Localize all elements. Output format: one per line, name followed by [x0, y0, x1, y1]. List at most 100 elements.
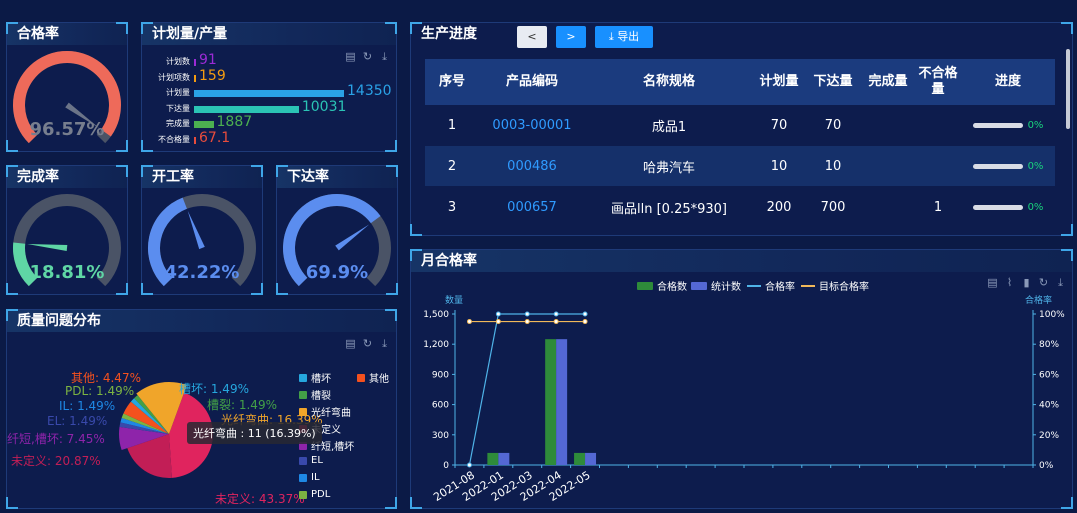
- qualified-rate-panel: 合格率 96.57%: [6, 22, 128, 152]
- point-合格率[interactable]: [495, 311, 501, 317]
- point-合格率[interactable]: [553, 311, 559, 317]
- export-label: 导出: [617, 30, 640, 43]
- point-合格率[interactable]: [582, 311, 588, 317]
- plan-row-bar: [194, 136, 196, 144]
- column-header[interactable]: 名称规格: [585, 74, 753, 90]
- table-cell: 3: [447, 199, 457, 215]
- column-header[interactable]: 不合格量: [915, 66, 961, 98]
- product-code-link[interactable]: 000486: [479, 159, 585, 174]
- gauge-needle: [187, 210, 205, 250]
- pie-slice-label: 未定义: 43.37%: [215, 492, 305, 506]
- line-合格率: [468, 313, 586, 466]
- progress-cell: 0%: [961, 118, 1055, 133]
- bar-统计数[interactable]: [556, 339, 568, 465]
- legend-item[interactable]: PDL: [299, 489, 330, 500]
- column-header[interactable]: 进度: [961, 74, 1055, 90]
- point-目标合格率[interactable]: [495, 319, 501, 325]
- point-合格率[interactable]: [466, 462, 472, 468]
- point-目标合格率[interactable]: [553, 319, 559, 325]
- plan-row-value: 91: [199, 52, 217, 68]
- legend-item[interactable]: EL: [299, 455, 323, 466]
- monthly-rate-title: 月合格率: [411, 250, 1072, 272]
- legend-swatch: [299, 473, 307, 482]
- progress-cell: 0%: [961, 159, 1055, 174]
- bar-合格数[interactable]: [487, 452, 499, 465]
- next-page-button[interactable]: >: [556, 26, 586, 48]
- column-header[interactable]: 序号: [425, 74, 479, 90]
- download-icon[interactable]: ⤓: [379, 338, 390, 349]
- export-button[interactable]: ⤓ 导出: [595, 26, 653, 48]
- table-cell: 画品lln [0.25*930]: [611, 201, 727, 217]
- plan-row-bar: [194, 90, 344, 97]
- prev-page-button[interactable]: <: [517, 26, 547, 48]
- legend-item[interactable]: 光纤弯曲: [299, 404, 351, 419]
- y2-tick-label: 40%: [1039, 401, 1059, 411]
- column-header[interactable]: 下达量: [805, 74, 861, 90]
- pie-slice-label: 纤短,槽坏: 7.45%: [7, 432, 105, 446]
- column-header[interactable]: 产品编码: [479, 74, 585, 90]
- quality-distribution-panel: 质量问题分布 ▤ ↻ ⤓ 未定义: 43.37% 未定义: 20.87% 纤短,槽坏…: [6, 309, 397, 509]
- plan-row-label: 计划项数: [158, 72, 190, 82]
- table-row[interactable]: 3 000657 画品lln [0.25*930] 200 700 1 0%: [425, 187, 1055, 227]
- pie-slice-label: IL: 1.49%: [59, 399, 116, 413]
- refresh-icon[interactable]: ↻: [362, 338, 373, 349]
- table-cell: 成品1: [651, 119, 687, 135]
- plan-row: 完成量 1887: [142, 114, 398, 131]
- plan-row: 计划量 14350: [142, 83, 398, 100]
- issue-rate-title: 下达率: [277, 166, 397, 188]
- point-目标合格率[interactable]: [466, 319, 472, 325]
- plan-row-bar: [194, 59, 196, 66]
- table-cell: 70: [824, 117, 842, 133]
- bar-统计数[interactable]: [585, 452, 597, 465]
- table-header: 序号 产品编码 名称规格 计划量 下达量 完成量 不合格量 进度: [425, 59, 1055, 105]
- progress-bar: [972, 204, 1023, 210]
- gauge-needle: [27, 243, 68, 251]
- plan-row-bar: [194, 105, 299, 113]
- y-tick-label: 0: [443, 461, 449, 471]
- plan-row-value: 1887: [216, 114, 253, 130]
- legend-label: 光纤弯曲: [311, 408, 351, 419]
- product-code-link[interactable]: 0003-00001: [479, 118, 585, 133]
- bar-合格数[interactable]: [574, 452, 586, 465]
- legend-item[interactable]: 槽裂: [299, 387, 331, 402]
- completion-rate-panel: 完成率 18.81%: [6, 165, 128, 295]
- y2-tick-label: 60%: [1039, 370, 1059, 380]
- plan-row-label: 完成量: [166, 119, 190, 128]
- plan-output-panel: 计划量/产量 ▤ ↻ ⤓ 计划数 91 计划项数 159 计划量 14350 下达量 1003…: [141, 22, 397, 152]
- legend-item[interactable]: 其他: [357, 370, 389, 385]
- bar-统计数[interactable]: [498, 452, 510, 465]
- product-code-link[interactable]: 000657: [479, 200, 585, 215]
- plan-row-value: 67.1: [199, 129, 231, 146]
- table-cell: 700: [820, 199, 846, 215]
- start-rate-value: 42.22%: [164, 262, 240, 283]
- table-cell: 70: [770, 117, 788, 133]
- legend-item[interactable]: IL: [299, 472, 320, 483]
- progress-percent: 0%: [1027, 119, 1044, 131]
- plan-row-label: 计划量: [166, 88, 190, 97]
- legend-label: PDL: [311, 489, 331, 500]
- plan-row: 计划数 91: [142, 52, 398, 69]
- progress-percent: 0%: [1027, 160, 1044, 172]
- point-目标合格率[interactable]: [524, 319, 530, 325]
- document-icon[interactable]: ▤: [345, 338, 356, 349]
- point-目标合格率[interactable]: [582, 319, 588, 325]
- legend-label: IL: [311, 472, 320, 483]
- table-cell: 哈弗汽车: [642, 160, 695, 176]
- column-header[interactable]: 完成量: [861, 74, 915, 90]
- progress-bar: [972, 163, 1023, 169]
- start-rate-panel: 开工率 42.22%: [141, 165, 263, 295]
- legend-label: 槽坏: [311, 374, 331, 385]
- column-header[interactable]: 计划量: [753, 74, 805, 90]
- pie-slice-label: EL: 1.49%: [47, 414, 108, 428]
- table-row[interactable]: 1 0003-00001 成品1 70 70 0%: [425, 105, 1055, 145]
- legend-item[interactable]: 槽坏: [299, 370, 331, 385]
- point-合格率[interactable]: [524, 311, 530, 317]
- table-cell: 200: [766, 199, 792, 215]
- table-row[interactable]: 2 000486 哈弗汽车 10 10 0%: [425, 146, 1055, 186]
- plan-row: 下达量 10031: [142, 99, 398, 116]
- legend-swatch: [357, 373, 365, 382]
- right-axis-name: 合格率: [1025, 294, 1052, 306]
- legend-label: EL: [311, 455, 323, 466]
- bar-合格数[interactable]: [545, 339, 557, 465]
- table-scrollbar[interactable]: [1066, 49, 1070, 129]
